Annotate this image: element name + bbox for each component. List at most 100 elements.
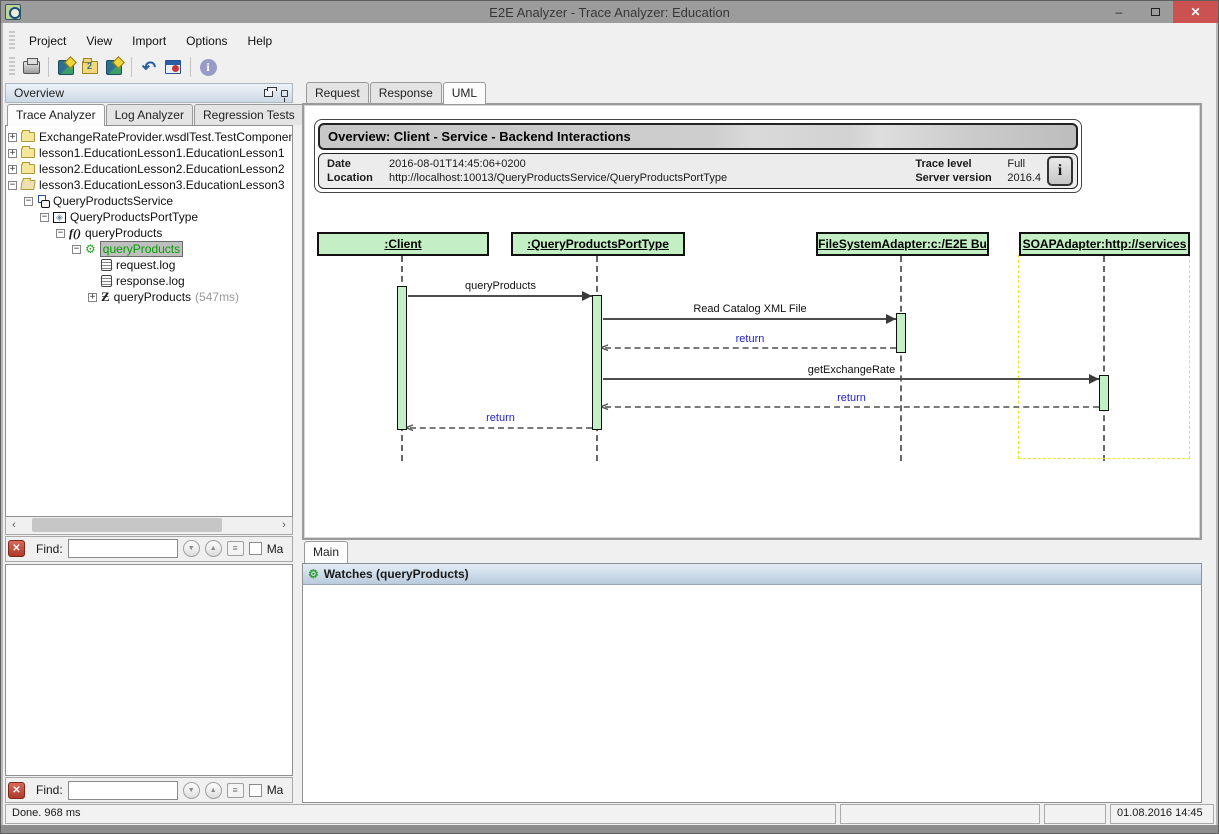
message-line-getexchangerate[interactable]	[603, 378, 1099, 380]
tab-regression-tests[interactable]: Regression Tests	[194, 104, 304, 125]
info-button[interactable]: i	[196, 55, 220, 79]
scroll-right-icon[interactable]: ›	[276, 519, 292, 531]
collapse-icon[interactable]: −	[56, 229, 65, 238]
tree-row[interactable]: + lesson2.EducationLesson2.EducationLess…	[8, 161, 292, 177]
print-button[interactable]	[19, 55, 43, 79]
activation-filesystemadapter[interactable]	[896, 313, 906, 353]
tree-row[interactable]: − f() queryProducts	[8, 225, 292, 241]
expand-icon[interactable]: +	[8, 149, 17, 158]
tab-uml[interactable]: UML	[443, 82, 486, 104]
find-options-button[interactable]: ≡	[227, 541, 244, 556]
collapse-icon[interactable]: −	[8, 181, 17, 190]
find-close-button[interactable]: ✕	[8, 540, 25, 557]
report-button[interactable]	[161, 55, 185, 79]
tree-row-selected[interactable]: − ⚙ queryProducts	[8, 241, 292, 257]
tab-log-analyzer[interactable]: Log Analyzer	[106, 104, 193, 125]
return-line[interactable]	[605, 347, 896, 349]
tree-row[interactable]: + Ƶ queryProducts (547ms)	[8, 289, 292, 305]
tree-find-bar: ✕ Find: ▼ ▲ ≡ Ma	[5, 536, 293, 562]
return-label[interactable]: return	[603, 392, 1100, 404]
tab-request[interactable]: Request	[306, 82, 369, 103]
watches-title: Watches (queryProducts)	[324, 567, 469, 581]
pin-panel-icon[interactable]	[281, 90, 288, 97]
open-model-button[interactable]	[78, 55, 102, 79]
return-line[interactable]	[605, 406, 1099, 408]
diagram-info-button[interactable]: i	[1047, 156, 1073, 186]
tree-item-label[interactable]: queryProducts	[114, 290, 191, 304]
tab-main[interactable]: Main	[304, 541, 348, 563]
watches-gear-icon: ⚙	[308, 568, 319, 580]
tree-item-label[interactable]: queryProducts	[85, 226, 162, 240]
import-model-button[interactable]	[54, 55, 78, 79]
lower-list-panel	[5, 564, 293, 777]
tree-row[interactable]: − lesson3.EducationLesson3.EducationLess…	[8, 177, 292, 193]
menu-import[interactable]: Import	[122, 31, 176, 51]
return-label[interactable]: return	[408, 412, 593, 424]
activation-client[interactable]	[397, 286, 407, 430]
tree-row[interactable]: request.log	[8, 257, 292, 273]
scrollbar-thumb[interactable]	[32, 518, 222, 532]
match-case-checkbox[interactable]	[249, 784, 262, 797]
tree-item-label[interactable]: lesson1.EducationLesson1.EducationLesson…	[39, 146, 285, 160]
find-next-button[interactable]: ▼	[183, 782, 200, 799]
tree-item-label[interactable]: QueryProductsService	[53, 194, 173, 208]
trace-level-label: Trace level	[915, 158, 1007, 170]
lifeline-head-porttype[interactable]: :QueryProductsPortType	[511, 232, 685, 256]
find-input[interactable]	[68, 539, 178, 558]
menu-grip[interactable]	[9, 31, 15, 49]
tree-row[interactable]: + ExchangeRateProvider.wsdlTest.TestComp…	[8, 129, 292, 145]
undo-button[interactable]: ↶	[137, 55, 161, 79]
find-input[interactable]	[68, 781, 178, 800]
collapse-icon[interactable]: −	[72, 245, 81, 254]
menu-help[interactable]: Help	[238, 31, 283, 51]
tree-row[interactable]: − ◈ QueryProductsPortType	[8, 209, 292, 225]
collapse-icon[interactable]: −	[40, 213, 49, 222]
tree-row[interactable]: − QueryProductsService	[8, 193, 292, 209]
float-panel-icon[interactable]	[264, 89, 273, 97]
message-line-queryproducts[interactable]	[408, 295, 592, 297]
collapse-icon[interactable]: −	[24, 197, 33, 206]
expand-icon[interactable]: +	[8, 133, 17, 142]
tree-item-label-selected[interactable]: queryProducts	[100, 241, 183, 257]
tree-item-label[interactable]: QueryProductsPortType	[70, 210, 198, 224]
tab-trace-analyzer[interactable]: Trace Analyzer	[7, 104, 105, 126]
match-case-checkbox[interactable]	[249, 542, 262, 555]
open-folder-icon	[20, 180, 35, 190]
find-next-button[interactable]: ▼	[183, 540, 200, 557]
find-previous-button[interactable]: ▲	[205, 782, 222, 799]
message-line-read-catalog[interactable]	[603, 318, 896, 320]
menu-view[interactable]: View	[76, 31, 122, 51]
find-options-button[interactable]: ≡	[227, 783, 244, 798]
menu-options[interactable]: Options	[176, 31, 237, 51]
tree-item-label[interactable]: lesson3.EducationLesson3.EducationLesson…	[39, 178, 285, 192]
menu-project[interactable]: Project	[19, 31, 76, 51]
tree-row[interactable]: + lesson1.EducationLesson1.EducationLess…	[8, 145, 292, 161]
panel-splitter[interactable]	[293, 83, 302, 803]
find-previous-button[interactable]: ▲	[205, 540, 222, 557]
tree-item-label[interactable]: request.log	[116, 258, 175, 272]
lifeline-head-soapadapter[interactable]: SOAPAdapter:http://services	[1019, 232, 1190, 256]
message-label-getexchangerate[interactable]: getExchangeRate	[603, 364, 1100, 376]
find-close-button[interactable]: ✕	[8, 782, 25, 799]
lifeline-head-client[interactable]: :Client	[317, 232, 489, 256]
return-label[interactable]: return	[603, 333, 897, 345]
tab-response[interactable]: Response	[370, 82, 442, 103]
activation-soapadapter[interactable]	[1099, 375, 1109, 411]
tree-item-label[interactable]: response.log	[116, 274, 185, 288]
scrollbar-track[interactable]	[22, 517, 276, 533]
toolbar-grip[interactable]	[9, 57, 15, 75]
diagram-info-box: Date 2016-08-01T14:45:06+0200 Location h…	[318, 153, 1078, 189]
message-label-read-catalog[interactable]: Read Catalog XML File	[603, 303, 897, 315]
message-label-queryproducts[interactable]: queryProducts	[408, 280, 593, 292]
return-line[interactable]	[410, 427, 592, 429]
tree-item-label[interactable]: lesson2.EducationLesson2.EducationLesson…	[39, 162, 285, 176]
tree-row[interactable]: response.log	[8, 273, 292, 289]
edit-model-button[interactable]	[102, 55, 126, 79]
watches-body[interactable]	[303, 585, 1201, 802]
tree-item-label[interactable]: ExchangeRateProvider.wsdlTest.TestCompon…	[39, 130, 292, 144]
expand-icon[interactable]: +	[8, 165, 17, 174]
expand-icon[interactable]: +	[88, 293, 97, 302]
tree-horizontal-scrollbar[interactable]: ‹ ›	[5, 517, 293, 535]
lifeline-head-filesystemadapter[interactable]: FileSystemAdapter:c:/E2E Bu	[816, 232, 989, 256]
scroll-left-icon[interactable]: ‹	[6, 519, 22, 531]
